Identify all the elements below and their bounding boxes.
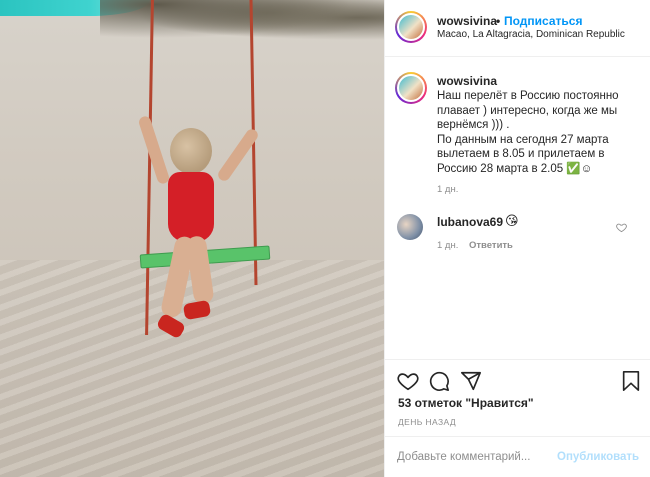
- comment-emoji: 😘: [505, 213, 519, 228]
- avatar[interactable]: [395, 11, 427, 43]
- comment-icon[interactable]: [428, 370, 450, 392]
- person-swimsuit: [168, 172, 214, 242]
- publish-button[interactable]: Опубликовать: [557, 451, 639, 463]
- caption-text: Наш перелёт в Россию постоянно плавает )…: [437, 90, 619, 175]
- separator-dot: •: [496, 14, 501, 28]
- comment-like-icon[interactable]: [616, 222, 627, 233]
- post-header: wowsivina • Подписаться Macao, La Altagr…: [385, 0, 650, 57]
- caption-timestamp[interactable]: 1 дн.: [437, 184, 458, 195]
- post-photo[interactable]: [0, 0, 384, 477]
- location-link[interactable]: Macao, La Altagracia, Dominican Republic: [437, 29, 625, 40]
- comment-username[interactable]: lubanova69: [437, 215, 503, 229]
- header-username[interactable]: wowsivina: [437, 14, 497, 28]
- post-date[interactable]: ДЕНЬ НАЗАД: [398, 417, 456, 427]
- comment-item: lubanova69 😘 1 дн. Ответить: [385, 210, 650, 260]
- vegetation-background: [100, 0, 384, 44]
- follow-button[interactable]: Подписаться: [504, 14, 582, 28]
- caption-username[interactable]: wowsivina: [437, 74, 497, 88]
- sand-texture: [0, 260, 384, 477]
- comment-avatar[interactable]: [397, 214, 423, 240]
- add-comment-bar: Опубликовать: [385, 436, 650, 477]
- heart-icon[interactable]: [397, 370, 419, 392]
- likes-count[interactable]: 53 отметок "Нравится": [398, 396, 534, 410]
- person-left-arm: [137, 114, 171, 186]
- reply-button[interactable]: Ответить: [469, 240, 513, 251]
- post-sidebar: wowsivina • Подписаться Macao, La Altagr…: [384, 0, 650, 477]
- bookmark-icon[interactable]: [620, 370, 642, 392]
- person-head: [170, 128, 212, 174]
- comment-input[interactable]: [397, 446, 557, 468]
- share-icon[interactable]: [460, 370, 482, 392]
- comment-timestamp[interactable]: 1 дн.: [437, 240, 458, 251]
- caption-avatar[interactable]: [395, 72, 427, 104]
